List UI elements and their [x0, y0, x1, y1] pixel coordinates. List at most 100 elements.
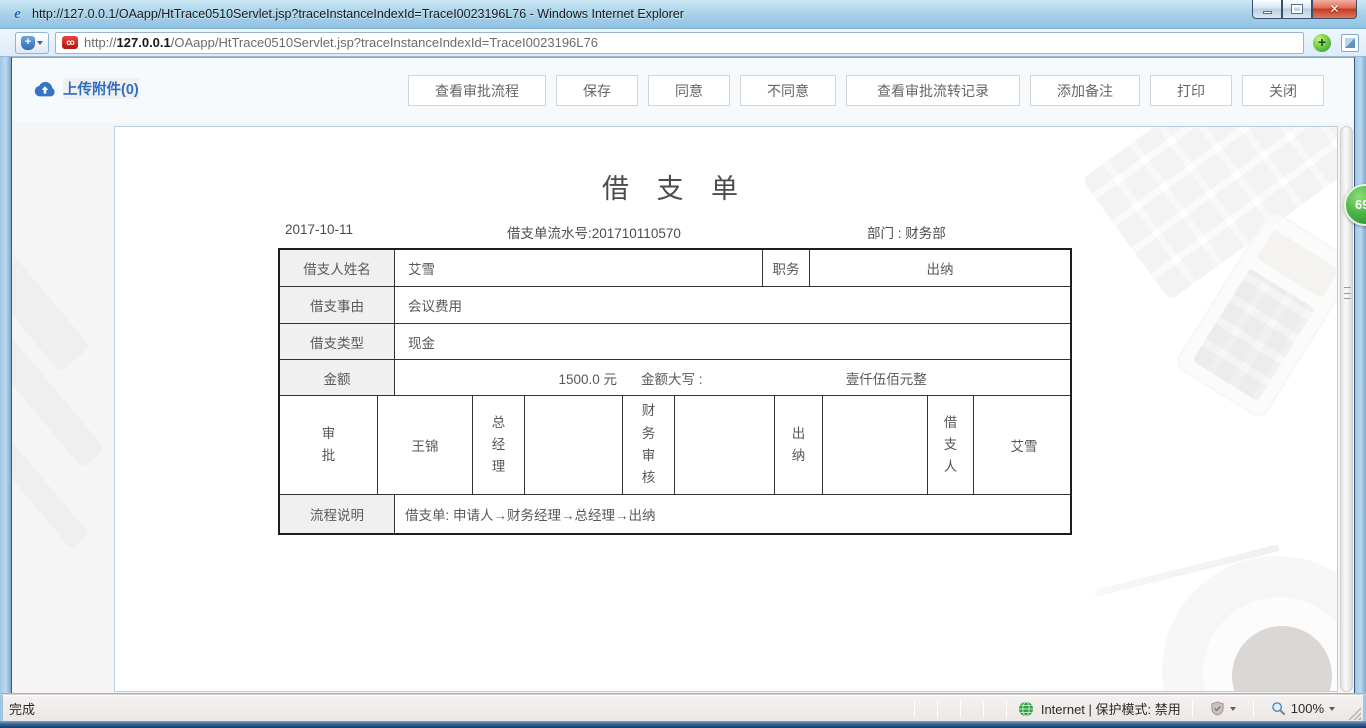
address-bar: + co http://127.0.0.1/OAapp/HtTrace0510S…	[0, 29, 1366, 57]
amount-label: 金额	[280, 360, 395, 395]
pen-photo	[1093, 544, 1281, 597]
coffee-photo	[1232, 626, 1332, 691]
window-border-bottom	[0, 721, 1366, 728]
duty-label: 职务	[763, 250, 810, 286]
minimize-button[interactable]	[1252, 0, 1282, 19]
borrower-sign-value: 艾雪	[1010, 439, 1038, 454]
refresh-button[interactable]: +	[1310, 31, 1334, 55]
print-button[interactable]: 打印	[1150, 75, 1232, 106]
approval-label: 审批	[280, 396, 378, 494]
save-button[interactable]: 保存	[556, 75, 638, 106]
borrower-label: 借支人	[928, 396, 974, 494]
saucer-photo	[1162, 556, 1337, 691]
chevron-down-icon	[1229, 706, 1236, 711]
form-date: 2017-10-11	[285, 222, 354, 237]
disagree-button[interactable]: 不同意	[740, 75, 836, 106]
browser-window: e http://127.0.0.1/OAapp/HtTrace0510Serv…	[0, 0, 1366, 728]
add-remark-button[interactable]: 添加备注	[1030, 75, 1140, 106]
borrower-name-label: 借支人姓名	[280, 250, 395, 286]
borrower-name-value[interactable]: 艾雪	[395, 250, 763, 286]
shield-check-icon	[1211, 701, 1224, 716]
general-manager-sign-cell[interactable]	[525, 396, 623, 494]
magnifier-icon	[1271, 702, 1286, 716]
amount-cell: 1500.0 元 金额大写 : 壹仟伍佰元整	[395, 360, 1070, 395]
resize-grip-icon[interactable]	[1347, 705, 1361, 720]
upload-attachment-link[interactable]: 上传附件(0)	[34, 78, 139, 99]
table-row: 流程说明 借支单: 申请人→财务经理→总经理→出纳	[280, 495, 1070, 533]
upload-attachment-label: 上传附件(0)	[63, 78, 139, 99]
reason-value[interactable]: 会议费用	[395, 287, 1070, 323]
form-title: 借 支 单	[601, 174, 748, 204]
page-content: 上传附件(0) 查看审批流程 保存 同意 不同意 查看审批流转记录 添加备注 打…	[12, 57, 1354, 695]
document-area: 借 支 单 2017-10-11 借支单流水号:201710110570 部门 …	[12, 122, 1354, 695]
protected-mode-menu-button[interactable]	[1204, 701, 1242, 716]
favorites-add-button[interactable]: +	[15, 31, 49, 54]
site-favicon-icon: co	[62, 36, 78, 49]
flow-label: 流程说明	[280, 495, 395, 533]
maximize-button[interactable]	[1282, 0, 1312, 19]
scrollbar-grip-icon[interactable]	[1344, 287, 1351, 299]
type-label: 借支类型	[280, 324, 395, 359]
action-toolbar: 上传附件(0) 查看审批流程 保存 同意 不同意 查看审批流转记录 添加备注 打…	[12, 58, 1354, 122]
background-photo-left	[12, 162, 114, 582]
chevron-down-icon	[37, 40, 43, 45]
duty-value[interactable]: 出纳	[810, 250, 1070, 286]
zoom-control[interactable]: 100%	[1265, 701, 1341, 716]
shield-plus-icon: +	[21, 35, 35, 50]
view-approval-flow-button[interactable]: 查看审批流程	[408, 75, 546, 106]
ie-logo-icon: e	[14, 5, 21, 22]
url-text: http://127.0.0.1/OAapp/HtTrace0510Servle…	[84, 35, 598, 50]
window-border-right	[1354, 57, 1366, 695]
finance-audit-label: 财务审核	[623, 396, 675, 494]
form-serial-number: 借支单流水号:201710110570	[507, 226, 681, 241]
cloud-upload-icon	[34, 81, 55, 96]
borrow-form: 借 支 单 2017-10-11 借支单流水号:201710110570 部门 …	[278, 167, 1072, 535]
agree-button[interactable]: 同意	[648, 75, 730, 106]
finance-audit-sign-cell[interactable]	[675, 396, 775, 494]
amount-words-value: 壹仟伍佰元整	[845, 371, 927, 387]
status-bar: 完成 Internet | 保护模式: 禁用 100%	[3, 695, 1363, 721]
minimize-icon	[1262, 10, 1272, 14]
approval-row: 审批 王锦 总经理 财务审核 出纳 借支人 艾雪	[280, 396, 1070, 495]
toolbar-buttons: 查看审批流程 保存 同意 不同意 查看审批流转记录 添加备注 打印 关闭	[408, 75, 1324, 106]
compatibility-view-button[interactable]	[1338, 31, 1362, 55]
table-row: 借支事由 会议费用	[280, 287, 1070, 324]
keyboard-photo	[1081, 127, 1337, 301]
zone-text: Internet | 保护模式: 禁用	[1040, 702, 1181, 717]
cashier-label: 出纳	[775, 396, 823, 494]
reason-label: 借支事由	[280, 287, 395, 323]
amount-words-label: 金额大写 :	[641, 371, 703, 387]
window-border-left	[0, 57, 12, 695]
cup-photo	[1197, 591, 1337, 691]
type-value[interactable]: 现金	[395, 324, 1070, 359]
flow-value: 借支单: 申请人→财务经理→总经理→出纳	[405, 508, 656, 523]
background-photo-right	[1077, 127, 1337, 691]
form-meta-row: 2017-10-11 借支单流水号:201710110570 部门 : 财务部	[278, 222, 1072, 244]
table-row: 金额 1500.0 元 金额大写 : 壹仟伍佰元整	[280, 360, 1070, 396]
approver-name: 王锦	[378, 396, 473, 494]
cashier-sign-cell[interactable]	[823, 396, 928, 494]
form-table: 借支人姓名 艾雪 职务 出纳 借支事由 会议费用 借支类型 现金 金额 1500…	[278, 248, 1072, 535]
window-title: http://127.0.0.1/OAapp/HtTrace0510Servle…	[32, 7, 684, 21]
plus-circle-icon: +	[1313, 33, 1331, 52]
page-icon	[1341, 33, 1359, 52]
form-page: 借 支 单 2017-10-11 借支单流水号:201710110570 部门 …	[114, 126, 1338, 692]
table-row: 借支人姓名 艾雪 职务 出纳	[280, 250, 1070, 287]
amount-value[interactable]: 1500.0 元	[395, 368, 617, 388]
close-button[interactable]: ✕	[1312, 0, 1357, 19]
close-icon: ✕	[1329, 2, 1340, 16]
globe-icon	[1018, 701, 1033, 716]
security-zone: Internet | 保护模式: 禁用	[1018, 699, 1181, 718]
window-controls: ✕	[1252, 0, 1357, 19]
view-approval-records-button[interactable]: 查看审批流转记录	[846, 75, 1020, 106]
zoom-level: 100%	[1290, 701, 1324, 716]
status-text: 完成	[9, 702, 36, 717]
general-manager-label: 总经理	[473, 396, 525, 494]
table-row: 借支类型 现金	[280, 324, 1070, 360]
title-bar: e http://127.0.0.1/OAapp/HtTrace0510Serv…	[0, 0, 1366, 29]
form-department: 部门 : 财务部	[867, 226, 946, 241]
address-input[interactable]: co http://127.0.0.1/OAapp/HtTrace0510Ser…	[55, 31, 1304, 54]
calculator-photo	[1172, 208, 1337, 421]
close-page-button[interactable]: 关闭	[1242, 75, 1324, 106]
maximize-icon	[1291, 4, 1303, 14]
